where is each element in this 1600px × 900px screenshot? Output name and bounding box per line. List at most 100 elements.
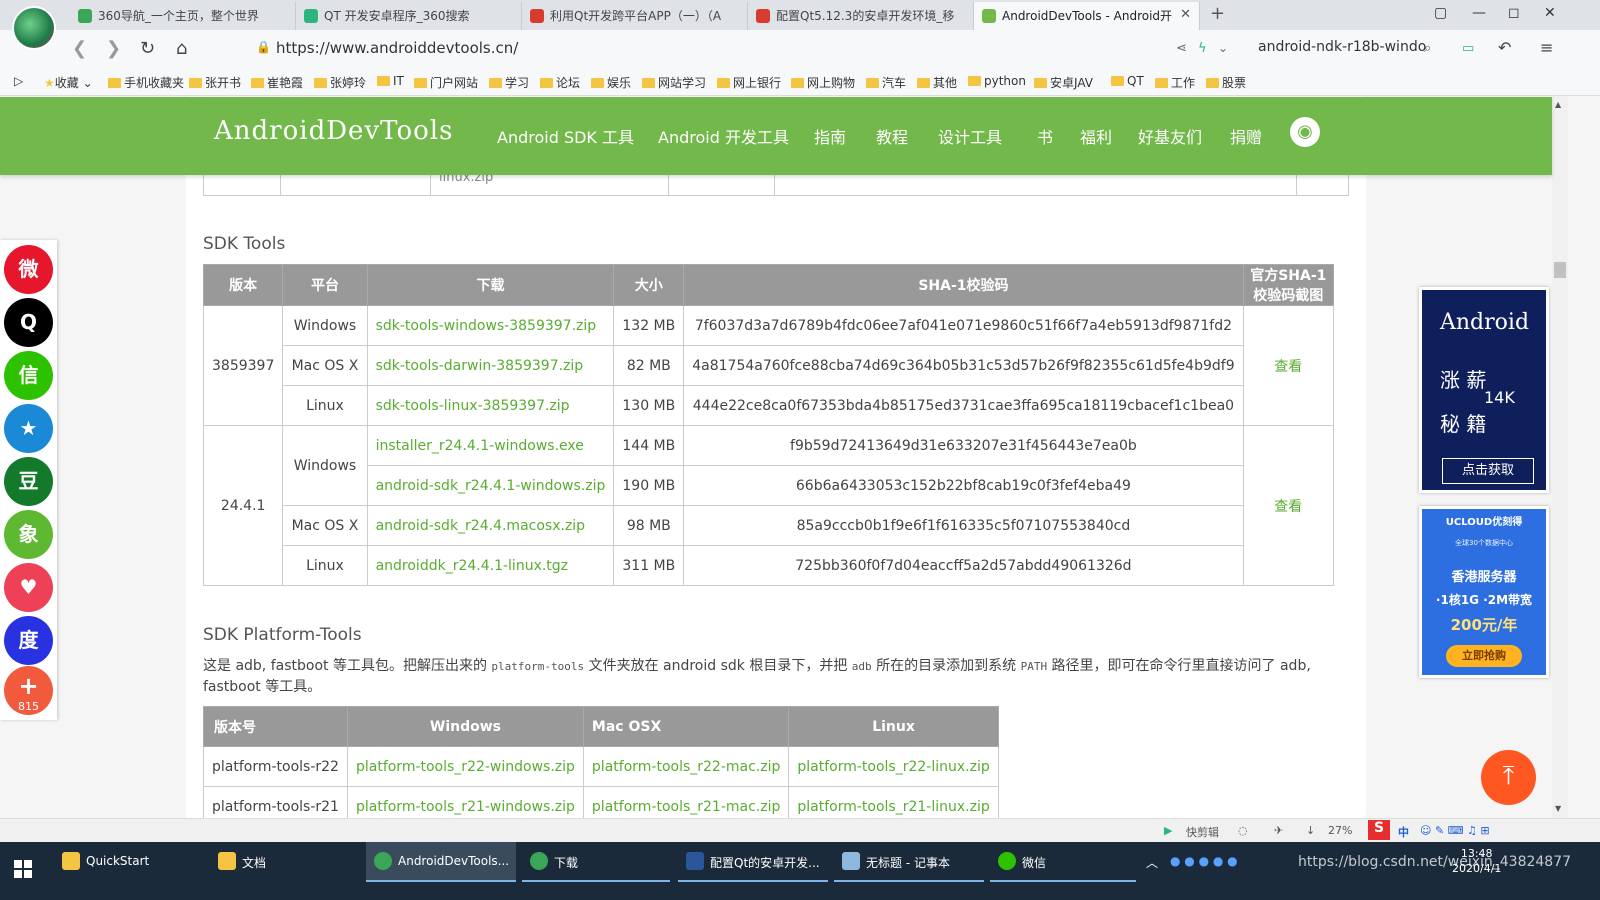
- pocket-share-icon[interactable]: ♥: [4, 563, 53, 612]
- android-ad-banner[interactable]: Android 涨 薪秘 籍 14K 点击获取: [1419, 287, 1549, 493]
- url-dropdown-icon[interactable]: ⌄: [1218, 41, 1228, 55]
- download-icon[interactable]: ↓: [1306, 824, 1315, 837]
- bookmark-item[interactable]: 娱乐: [591, 74, 631, 91]
- download-link[interactable]: sdk-tools-windows-3859397.zip: [366, 305, 615, 346]
- scroll-down-arrow-icon[interactable]: ▼: [1555, 804, 1561, 813]
- undo-icon[interactable]: ↶: [1498, 38, 1511, 57]
- bookmark-item[interactable]: 网站学习: [642, 74, 706, 91]
- browser-tab[interactable]: 配置Qt5.12.3的安卓开发环境_移: [748, 2, 974, 30]
- taskbar-item[interactable]: 无标题 - 记事本: [834, 842, 984, 882]
- bookmark-item[interactable]: 工作: [1155, 74, 1195, 91]
- sogou-ime-icon[interactable]: S: [1368, 820, 1390, 840]
- bookmark-item[interactable]: python: [968, 74, 1026, 88]
- bookmark-item[interactable]: 安卓JAV: [1034, 74, 1093, 91]
- download-link[interactable]: platform-tools_r21-linux.zip: [788, 786, 999, 818]
- bookmark-item[interactable]: 学习: [489, 74, 529, 91]
- maximize-button[interactable]: ◻: [1508, 5, 1520, 21]
- zoom-level[interactable]: 27%: [1328, 824, 1352, 837]
- nav-dev-tools[interactable]: Android 开发工具: [658, 124, 789, 148]
- ime-language-label[interactable]: 中: [1398, 824, 1409, 840]
- taskbar-item[interactable]: 下载: [522, 842, 670, 882]
- tray-app-icon[interactable]: ● ● ● ● ●: [1170, 854, 1238, 868]
- browser-tab[interactable]: 利用Qt开发跨平台APP（一）（A: [522, 2, 748, 30]
- system-clock[interactable]: 13:48 2020/4/1: [1452, 846, 1501, 876]
- home-button[interactable]: ⌂: [176, 38, 187, 59]
- forward-button[interactable]: ❯: [106, 38, 121, 59]
- back-to-top-button[interactable]: ⤒: [1481, 750, 1536, 805]
- search-icon[interactable]: ⌕: [1424, 41, 1431, 56]
- nav-tutorials[interactable]: 教程: [876, 124, 908, 148]
- ad-cta-button[interactable]: 点击获取: [1442, 458, 1534, 484]
- github-icon[interactable]: ◉: [1290, 117, 1320, 147]
- nav-donate[interactable]: 捐赠: [1230, 124, 1262, 148]
- minimize-button[interactable]: —: [1472, 5, 1486, 21]
- browser-tab[interactable]: QT 开发安卓程序_360搜索: [296, 2, 522, 30]
- nav-welfare[interactable]: 福利: [1080, 124, 1112, 148]
- bookmark-item[interactable]: 汽车: [866, 74, 906, 91]
- shield-icon[interactable]: ◌: [1238, 824, 1248, 837]
- nav-books[interactable]: 书: [1037, 124, 1053, 148]
- share-page-icon[interactable]: ⋖: [1176, 41, 1187, 56]
- clip-icon[interactable]: ▶: [1164, 824, 1172, 837]
- speed-mode-icon[interactable]: ϟ: [1198, 41, 1207, 56]
- bookmark-item[interactable]: 门户网站: [414, 74, 478, 91]
- download-link[interactable]: sdk-tools-linux-3859397.zip: [366, 385, 615, 426]
- bookmark-item[interactable]: 手机收藏夹: [108, 74, 184, 91]
- close-tab-icon[interactable]: ✕: [1180, 7, 1191, 22]
- wechat-share-icon[interactable]: 信: [4, 351, 53, 400]
- bookmark-item[interactable]: 网上购物: [791, 74, 855, 91]
- douban-share-icon[interactable]: 豆: [4, 457, 53, 506]
- battery-icon[interactable]: ▭: [1462, 41, 1474, 56]
- download-link[interactable]: androiddk_r24.4.1-linux.tgz: [366, 545, 615, 586]
- taskbar-item[interactable]: 微信: [990, 842, 1136, 882]
- download-link[interactable]: platform-tools_r21-mac.zip: [582, 786, 790, 818]
- restore-tabs-icon[interactable]: ▢: [1434, 5, 1447, 21]
- bookmark-item[interactable]: QT: [1111, 74, 1144, 88]
- bookmark-item[interactable]: 论坛: [540, 74, 580, 91]
- bookmark-item[interactable]: IT: [377, 74, 404, 88]
- browser-tab-active[interactable]: AndroidDevTools - Android开 ✕: [974, 2, 1200, 30]
- taskbar-item-active[interactable]: AndroidDevTools...: [366, 842, 516, 882]
- reload-button[interactable]: ↻: [140, 38, 155, 59]
- page-scrollbar[interactable]: ▲ ▼: [1552, 96, 1568, 818]
- taskbar-item[interactable]: 文档: [210, 842, 356, 882]
- more-share-icon[interactable]: +815: [4, 666, 53, 715]
- windows-start-icon[interactable]: [14, 860, 32, 878]
- scroll-thumb[interactable]: [1554, 262, 1566, 278]
- new-tab-button[interactable]: +: [1210, 3, 1225, 24]
- bookmark-item[interactable]: 崔艳霞: [251, 74, 303, 91]
- download-link[interactable]: platform-tools_r21-windows.zip: [346, 786, 584, 818]
- baidu-share-icon[interactable]: 度: [4, 616, 53, 665]
- close-window-button[interactable]: ✕: [1544, 5, 1556, 21]
- site-logo[interactable]: AndroidDevTools: [214, 116, 453, 146]
- nav-design-tools[interactable]: 设计工具: [938, 124, 1002, 148]
- download-link[interactable]: sdk-tools-darwin-3859397.zip: [366, 345, 615, 386]
- scroll-up-arrow-icon[interactable]: ▲: [1555, 100, 1561, 109]
- browser-tab[interactable]: 360导航_一个主页，整个世界: [70, 2, 296, 30]
- download-link[interactable]: installer_r24.4.1-windows.exe: [366, 425, 615, 466]
- bookmark-item[interactable]: 其他: [917, 74, 957, 91]
- pin-icon[interactable]: ✈: [1274, 824, 1283, 837]
- download-link[interactable]: platform-tools_r22-mac.zip: [582, 746, 790, 787]
- taskbar-item[interactable]: QuickStart: [54, 842, 200, 882]
- download-link[interactable]: platform-tools_r22-windows.zip: [346, 746, 584, 787]
- bookmark-item[interactable]: 张婷玲: [314, 74, 366, 91]
- nav-friends[interactable]: 好基友们: [1138, 124, 1202, 148]
- nav-guide[interactable]: 指南: [814, 124, 846, 148]
- download-link[interactable]: platform-tools_r22-linux.zip: [788, 746, 999, 787]
- bookmark-item[interactable]: 股票: [1206, 74, 1246, 91]
- ad-cta-button[interactable]: 立即抢购: [1446, 645, 1522, 667]
- search-input[interactable]: android-ndk-r18b-windo: [1258, 39, 1426, 55]
- qzone-share-icon[interactable]: ★: [4, 404, 53, 453]
- download-link[interactable]: android-sdk_r24.4.macosx.zip: [366, 505, 615, 546]
- quick-clip-label[interactable]: 快剪辑: [1186, 824, 1219, 840]
- qq-share-icon[interactable]: Q: [4, 298, 53, 347]
- ime-tools-icon[interactable]: ☺ ✎ ⌨ ♫ ⊞: [1420, 824, 1490, 837]
- menu-icon[interactable]: ≡: [1540, 38, 1553, 57]
- view-screenshot-link[interactable]: 查看: [1242, 425, 1335, 586]
- user-avatar[interactable]: [12, 6, 56, 50]
- weibo-share-icon[interactable]: 微: [4, 245, 53, 294]
- url-input[interactable]: 🔒 https://www.androiddevtools.cn/: [232, 37, 1162, 61]
- tray-expand-icon[interactable]: ︿: [1146, 854, 1158, 871]
- bookmark-item[interactable]: 张开书: [189, 74, 241, 91]
